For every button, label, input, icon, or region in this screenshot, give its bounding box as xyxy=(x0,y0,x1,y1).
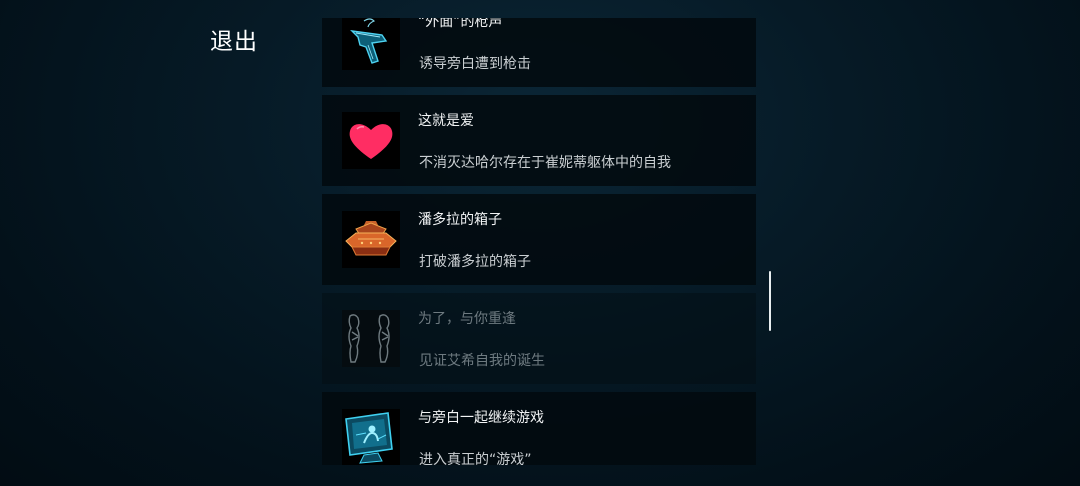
achievement-description: 诱导旁白遭到枪击 xyxy=(419,56,531,72)
achievement-list-viewport[interactable]: “外面”的枪声 诱导旁白遭到枪击 这就是爱 不消灭达哈尔存在于崔妮蒂躯体中的自我 xyxy=(322,18,756,465)
achievement-title: 这就是爱 xyxy=(418,113,474,129)
achievement-title: 潘多拉的箱子 xyxy=(418,212,502,228)
exit-button[interactable]: 退出 xyxy=(210,22,258,56)
gun-icon xyxy=(342,18,400,70)
achievement-card[interactable]: 与旁白一起继续游戏 进入真正的“游戏” xyxy=(322,392,756,465)
achievement-card-locked[interactable]: 为了，与你重逢 见证艾希自我的诞生 xyxy=(322,293,756,384)
pandora-box-icon xyxy=(342,211,400,268)
achievement-card[interactable]: 潘多拉的箱子 打破潘多拉的箱子 xyxy=(322,194,756,285)
achievement-card[interactable]: “外面”的枪声 诱导旁白遭到枪击 xyxy=(322,18,756,87)
achievement-description: 打破潘多拉的箱子 xyxy=(419,254,531,270)
heart-icon xyxy=(342,112,400,169)
monitor-icon xyxy=(342,409,400,465)
achievement-description: 见证艾希自我的诞生 xyxy=(419,353,545,369)
scrollbar-thumb[interactable] xyxy=(769,271,771,331)
achievement-description: 不消灭达哈尔存在于崔妮蒂躯体中的自我 xyxy=(419,155,671,171)
achievement-title: 为了，与你重逢 xyxy=(418,311,516,327)
achievement-description: 进入真正的“游戏” xyxy=(419,452,532,465)
twin-figures-icon xyxy=(342,310,400,367)
achievement-card[interactable]: 这就是爱 不消灭达哈尔存在于崔妮蒂躯体中的自我 xyxy=(322,95,756,186)
achievement-list: “外面”的枪声 诱导旁白遭到枪击 这就是爱 不消灭达哈尔存在于崔妮蒂躯体中的自我 xyxy=(322,18,756,465)
achievement-title: 与旁白一起继续游戏 xyxy=(418,410,544,426)
achievement-title: “外面”的枪声 xyxy=(418,18,503,30)
achievements-screen: 退出 “外面”的枪声 诱导旁白遭到枪击 这就是爱 不消灭达哈尔存在于崔妮蒂躯体中… xyxy=(0,0,1080,486)
